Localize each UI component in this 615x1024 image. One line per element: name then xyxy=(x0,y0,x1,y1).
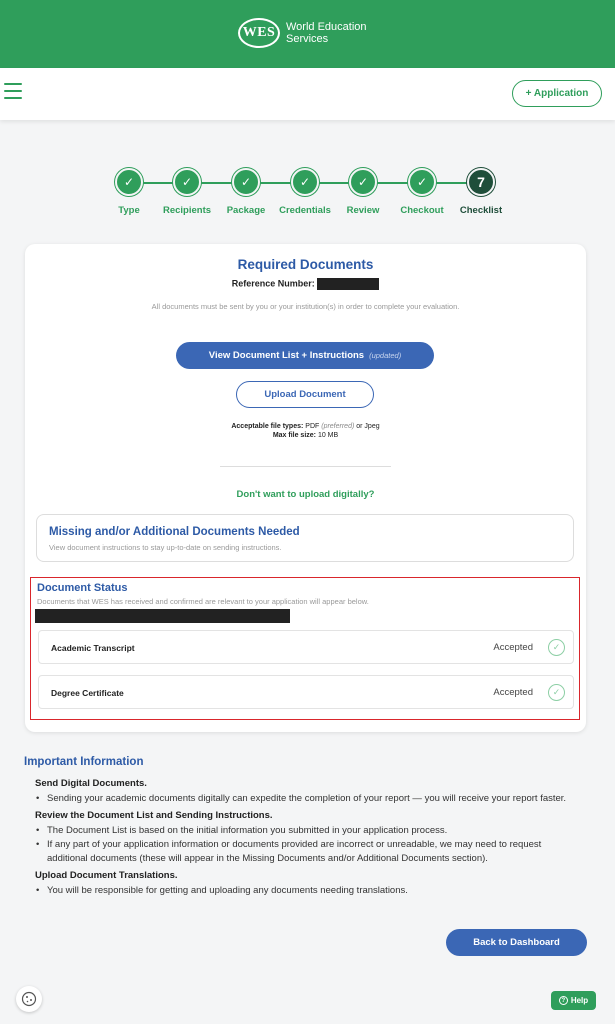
reference-number-redacted xyxy=(317,278,380,290)
accepted-check-icon: ✓ xyxy=(548,684,565,701)
file-type-pdf: PDF xyxy=(305,423,320,430)
navbar: + Application xyxy=(0,68,615,120)
menu-bar-2 xyxy=(4,90,22,92)
logo-line-1: World Education xyxy=(286,21,367,33)
info-heading: Review the Document List and Sending Ins… xyxy=(35,810,273,821)
cookie-icon-graphic xyxy=(21,991,37,1007)
menu-bar-3 xyxy=(4,97,22,99)
required-documents-card: Required Documents Reference Number: All… xyxy=(25,244,586,732)
evaluation-intro-text: All documents must be sent by you or you… xyxy=(151,302,460,311)
info-heading: Upload Document Translations. xyxy=(35,870,178,881)
step-checklist[interactable]: 7 Checklist xyxy=(446,168,516,216)
info-section-translations: Upload Document Translations. You will b… xyxy=(24,870,584,898)
info-bullet: You will be responsible for getting and … xyxy=(35,884,584,898)
file-type-preferred: (preferred) xyxy=(321,423,355,430)
help-question-icon: ? xyxy=(558,996,568,1005)
info-section-review: Review the Document List and Sending Ins… xyxy=(24,810,584,866)
logo-text: World Education Services xyxy=(286,21,367,45)
wes-logo[interactable]: WES World Education Services xyxy=(238,18,367,48)
step-number-7: 7 xyxy=(467,168,495,196)
important-information: Important Information Send Digital Docum… xyxy=(24,756,584,898)
step-check-icon: ✓ xyxy=(349,168,377,196)
step-check-icon: ✓ xyxy=(232,168,260,196)
updated-tag: (updated) xyxy=(369,351,402,360)
progress-stepper: ✓ Type ✓ Recipients ✓ Package ✓ Credenti… xyxy=(0,168,615,223)
reference-number-row: Reference Number: xyxy=(25,278,586,290)
wes-logo-mark: WES xyxy=(238,18,280,48)
info-section-digital: Send Digital Documents. Sending your aca… xyxy=(24,778,584,806)
required-documents-title: Required Documents xyxy=(237,257,374,272)
missing-documents-panel[interactable]: Missing and/or Additional Documents Need… xyxy=(36,514,574,562)
document-status-section: Document Status Documents that WES has r… xyxy=(30,577,580,720)
back-to-dashboard-button[interactable]: Back to Dashboard xyxy=(446,929,587,956)
missing-documents-subtitle: View document instructions to stay up-to… xyxy=(49,543,282,552)
document-name: Academic Transcript xyxy=(51,643,135,653)
accepted-check-icon: ✓ xyxy=(548,639,565,656)
max-file-size-label: Max file size: xyxy=(272,432,316,439)
section-divider xyxy=(220,466,391,467)
view-document-list-button[interactable]: View Document List + Instructions (updat… xyxy=(176,342,434,369)
step-check-icon: ✓ xyxy=(291,168,319,196)
file-requirements: Acceptable file types: PDF (preferred) o… xyxy=(25,422,586,440)
dont-upload-digitally-link[interactable]: Don't want to upload digitally? xyxy=(25,489,586,500)
document-status-label: Accepted xyxy=(493,687,533,698)
help-label: Help xyxy=(570,996,589,1005)
menu-bar-1 xyxy=(4,83,22,85)
reference-number-label: Reference Number: xyxy=(231,278,315,289)
info-bullet: Sending your academic documents digitall… xyxy=(35,792,584,806)
document-status-subtitle: Documents that WES has received and conf… xyxy=(37,597,369,606)
view-document-list-label: View Document List + Instructions xyxy=(208,350,365,361)
info-heading: Send Digital Documents. xyxy=(35,778,147,789)
file-types-label: Acceptable file types: xyxy=(231,423,304,430)
top-header-bar: WES World Education Services xyxy=(0,0,615,68)
document-status-title: Document Status xyxy=(37,582,128,594)
redacted-info xyxy=(35,609,290,623)
document-row-academic-transcript[interactable]: Academic Transcript Accepted ✓ xyxy=(38,630,574,664)
upload-document-button[interactable]: Upload Document xyxy=(236,381,374,408)
file-type-jpeg: or Jpeg xyxy=(356,423,380,430)
hamburger-menu-icon[interactable] xyxy=(4,83,22,99)
info-bullet: If any part of your application informat… xyxy=(35,838,584,866)
step-check-icon: ✓ xyxy=(408,168,436,196)
help-button[interactable]: ? Help xyxy=(551,991,596,1010)
logo-line-2: Services xyxy=(286,33,329,45)
step-label: Checklist xyxy=(459,205,503,216)
add-application-button[interactable]: + Application xyxy=(512,80,602,107)
step-check-icon: ✓ xyxy=(115,168,143,196)
info-bullet: The Document List is based on the initia… xyxy=(35,824,584,838)
missing-documents-title: Missing and/or Additional Documents Need… xyxy=(49,526,300,538)
step-check-icon: ✓ xyxy=(173,168,201,196)
cookie-icon[interactable] xyxy=(16,986,42,1012)
document-status-label: Accepted xyxy=(493,642,533,653)
document-name: Degree Certificate xyxy=(51,688,124,698)
important-information-title: Important Information xyxy=(24,756,144,768)
document-row-degree-certificate[interactable]: Degree Certificate Accepted ✓ xyxy=(38,675,574,709)
max-file-size-value: 10 MB xyxy=(317,432,339,439)
